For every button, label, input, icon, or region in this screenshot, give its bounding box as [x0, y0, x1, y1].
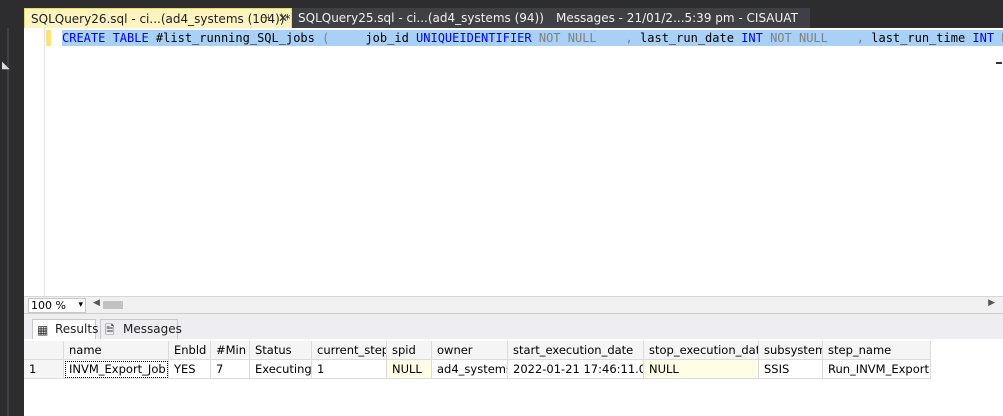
code-line-1[interactable]: CREATE TABLE #list_running_SQL_jobs ( jo… — [62, 30, 1003, 46]
grid-cell[interactable]: ad4_systems — [432, 360, 508, 379]
tab-messages-log[interactable]: Messages - 21/01/2...5:39 pm - CISAUAT — [556, 8, 798, 28]
left-panel-edge: ◣ — [0, 28, 24, 416]
pin-icon[interactable]: ⊣ — [261, 9, 270, 28]
horizontal-scrollbar-thumb[interactable] — [103, 301, 123, 309]
column-header-status[interactable]: Status — [250, 341, 312, 360]
scroll-position-marker — [996, 62, 1002, 64]
column-header--min[interactable]: #Min — [211, 341, 250, 360]
tab-messages-label: Messages — [123, 322, 182, 336]
code-token: last_run_time — [871, 31, 973, 45]
tab-sqlquery26[interactable]: SQLQuery26.sql - ci...(ad4_systems (104)… — [24, 8, 292, 28]
column-header-name[interactable]: name — [64, 341, 169, 360]
tab-sqlquery26-label: SQLQuery26.sql - ci...(ad4_systems (104)… — [31, 12, 291, 26]
scroll-left-icon[interactable]: ◀ — [93, 298, 100, 308]
document-tab-strip: SQLQuery26.sql - ci...(ad4_systems (104)… — [0, 0, 1003, 28]
code-token: NOT NULL — [994, 31, 1003, 45]
close-icon[interactable]: ✕ — [278, 9, 288, 28]
row-number[interactable]: 1 — [24, 360, 64, 379]
tab-results-label: Results — [55, 322, 99, 336]
grid-cell[interactable]: 2022-01-21 17:46:11.000 — [508, 360, 644, 379]
collapse-arrow-icon[interactable]: ◣ — [2, 60, 10, 71]
results-tab-strip: ▦ Results 🗎 Messages — [24, 313, 1003, 339]
grid-cell[interactable]: Run_INVM_Export — [823, 360, 931, 379]
column-header-subsystem[interactable]: subsystem — [759, 341, 823, 360]
zoom-select[interactable]: 100 % ▾ — [28, 298, 86, 313]
query-editor[interactable]: CREATE TABLE #list_running_SQL_jobs ( jo… — [24, 28, 1003, 296]
panel-divider — [7, 28, 9, 416]
grid-cell[interactable]: INVM_Export_Job — [64, 360, 169, 379]
code-token: NOT NULL — [762, 31, 828, 45]
column-header-step-name[interactable]: step_name — [823, 341, 931, 360]
grid-cell[interactable]: 7 — [211, 360, 250, 379]
column-header-start-execution-date[interactable]: start_execution_date — [508, 341, 644, 360]
grid-cell[interactable]: SSIS — [759, 360, 823, 379]
grid-icon: ▦ — [37, 323, 49, 337]
code-token: #list_running_SQL_jobs — [155, 31, 315, 45]
code-token: , — [827, 31, 872, 45]
grid-cell[interactable]: Executing — [250, 360, 312, 379]
code-token: UNIQUEIDENTIFIER — [416, 31, 532, 45]
code-token: last_run_date — [640, 31, 742, 45]
code-token: job_id — [329, 31, 417, 45]
scroll-right-icon[interactable]: ▶ — [988, 298, 995, 308]
tab-messages[interactable]: 🗎 Messages — [100, 319, 182, 339]
grid-cell[interactable]: NULL — [644, 360, 759, 379]
code-token: INT — [741, 31, 763, 45]
column-header-current-step[interactable]: current_step — [312, 341, 387, 360]
results-grid[interactable]: name Enbld #Min Status current_step spid owner… — [24, 339, 1003, 416]
code-token: , — [596, 31, 641, 45]
tab-results[interactable]: ▦ Results — [32, 319, 99, 339]
inactive-tabs-group: SQLQuery25.sql - ci...(ad4_systems (94))… — [292, 8, 810, 28]
column-header-stop-execution-date[interactable]: stop_execution_date — [644, 341, 759, 360]
change-marker — [46, 30, 51, 46]
grid-cell[interactable]: NULL — [387, 360, 432, 379]
code-token: NOT NULL — [531, 31, 597, 45]
code-token: CREATE TABLE — [62, 31, 156, 45]
code-token: ( — [314, 31, 330, 45]
column-header-enbld[interactable]: Enbld — [169, 341, 211, 360]
column-header-owner[interactable]: owner — [432, 341, 508, 360]
editor-status-bar: 100 % ▾ ◀ ▶ — [24, 296, 1003, 313]
grid-corner[interactable] — [24, 341, 64, 360]
code-token: INT — [972, 31, 995, 45]
chevron-down-icon: ▾ — [78, 300, 83, 310]
zoom-value: 100 % — [31, 299, 66, 312]
editor-gutter-divider — [44, 28, 45, 296]
messages-icon: 🗎 — [105, 323, 115, 337]
grid-cell[interactable]: 1 — [312, 360, 387, 379]
grid-cell[interactable]: YES — [169, 360, 211, 379]
column-header-spid[interactable]: spid — [387, 341, 432, 360]
tab-sqlquery25[interactable]: SQLQuery25.sql - ci...(ad4_systems (94)) — [298, 8, 544, 28]
